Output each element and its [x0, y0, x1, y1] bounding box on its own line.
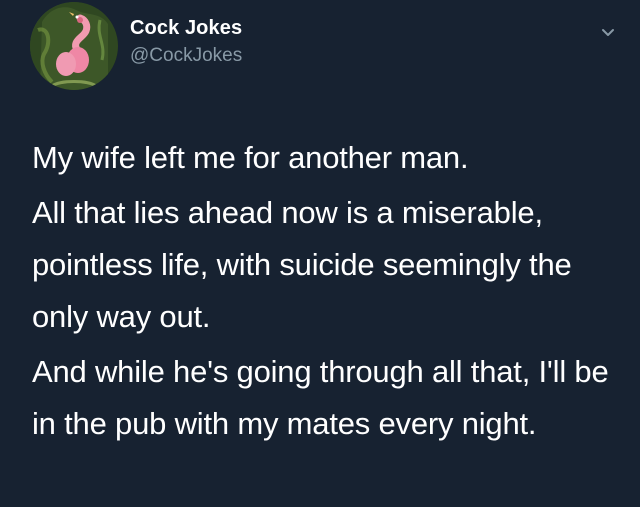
tweet-paragraph: And while he's going through all that, I… [32, 354, 609, 441]
tweet-paragraph: All that lies ahead now is a miserable, … [32, 195, 572, 334]
user-handle[interactable]: @CockJokes [130, 45, 242, 67]
tweet-paragraph: My wife left me for another man. [32, 140, 469, 175]
tweet-body: My wife left me for another man. All tha… [32, 132, 610, 450]
avatar[interactable] [30, 2, 118, 90]
avatar-image [30, 2, 118, 90]
tweet-card: Cock Jokes @CockJokes My wife left me fo… [0, 0, 640, 507]
tweet-header: Cock Jokes @CockJokes [30, 2, 620, 90]
author-info: Cock Jokes @CockJokes [130, 16, 242, 67]
chevron-down-icon[interactable] [596, 20, 620, 44]
display-name[interactable]: Cock Jokes [130, 16, 242, 40]
